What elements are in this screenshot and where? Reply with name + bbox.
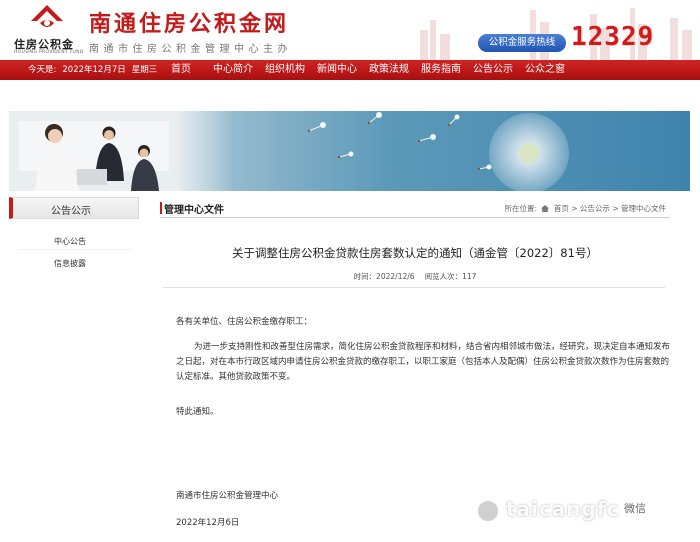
banner-illustration [9,111,569,191]
article-meta: 时间：2022/12/6 阅览人次：117 [160,271,670,282]
sidebar-item-center-notice[interactable]: 中心公告 [54,236,86,247]
article-salutation: 各有关单位、住房公积金缴存职工： [176,317,313,327]
today-label: 今天是: [28,65,57,75]
article-date: 2022年12月6日 [176,518,240,528]
nav-item-policies[interactable]: 政策法规 [363,60,415,80]
today-date-value: 2022年12月7日 [62,65,126,75]
article-closing: 特此通知。 [176,407,219,417]
site-title: 南通住房公积金网 [89,12,290,37]
hotline-label: 公积金服务热线 [478,34,566,52]
views-label: 阅览人次： [424,272,463,281]
sidebar-header: 公告公示 [9,197,139,219]
nav-menu: 首页 中心简介 组织机构 新闻中心 政策法规 服务指南 公告公示 公众之窗 [165,60,571,80]
article-signature: 南通市住房公积金管理中心 [176,491,279,501]
main-nav: 今天是: 2022年12月7日 星期三 首页 中心简介 组织机构 新闻中心 政策法规… [0,60,700,80]
home-icon [541,205,550,212]
sidebar-title: 公告公示 [51,206,91,217]
breadcrumb-separator: > [571,204,578,213]
section-header: 管理中心文件 所在位置: 首页 > 公告公示 > 管理中心文件 [160,199,670,218]
nav-item-public-window[interactable]: 公众之窗 [519,60,571,80]
nav-item-announcements[interactable]: 公告公示 [467,60,519,80]
breadcrumb: 所在位置: 首页 > 公告公示 > 管理中心文件 [505,203,666,214]
site-subtitle: 南通市住房公积金管理中心主办 [89,44,292,55]
house-logo-icon[interactable] [30,4,64,34]
view-count: 117 [462,272,477,281]
nav-item-news[interactable]: 新闻中心 [311,60,363,80]
watermark-text: taicangfc [506,497,620,521]
nav-item-organization[interactable]: 组织机构 [259,60,311,80]
nav-item-about[interactable]: 中心简介 [207,60,259,80]
breadcrumb-current[interactable]: 管理中心文件 [621,204,666,213]
watermark: taicangfc 微信 [476,497,700,525]
nav-item-home[interactable]: 首页 [165,60,207,80]
publish-time: 2022/12/6 [376,272,415,281]
site-header: 住房公积金 HOUSING PROVIDENT FUND 南通住房公积金网 南通… [0,0,700,62]
hero-banner [9,111,690,191]
article-body: 为进一步支持刚性和改善型住房需求，简化住房公积金贷款程序和材料，结合省内相邻城市… [176,340,671,385]
sidebar: 公告公示 中心公告 信息披露 [9,197,139,277]
section-title: 管理中心文件 [164,205,224,216]
sidebar-divider [19,249,131,250]
wechat-label: 微信 [624,502,646,515]
article-body-line: 认定标准。其他贷款政策不变。 [176,372,296,382]
today-date: 今天是: 2022年12月7日 星期三 [28,60,163,80]
article-body-line: 之日起，对在本市行政区域内申请住房公积金贷款的缴存职工，以职工家庭（包括本人及配… [176,357,670,367]
nav-item-service-guide[interactable]: 服务指南 [415,60,467,80]
today-weekday: 星期三 [131,65,158,75]
breadcrumb-home[interactable]: 首页 [554,204,569,213]
article-title: 关于调整住房公积金贷款住房套数认定的通知（通金管〔2022〕81号） [232,246,598,260]
article-divider [163,287,665,288]
logo-english-text: HOUSING PROVIDENT FUND [14,50,84,55]
article-body-line: 为进一步支持刚性和改善型住房需求，简化住房公积金贷款程序和材料，结合省内相邻城市… [194,342,671,352]
hotline-number: 12329 [571,22,655,52]
breadcrumb-announcements[interactable]: 公告公示 [580,204,610,213]
breadcrumb-prefix: 所在位置: [504,204,538,213]
watermark-logo-icon [476,499,500,523]
sidebar-item-info-disclosure[interactable]: 信息披露 [54,258,86,269]
breadcrumb-separator: > [612,204,619,213]
time-label: 时间： [353,272,377,281]
